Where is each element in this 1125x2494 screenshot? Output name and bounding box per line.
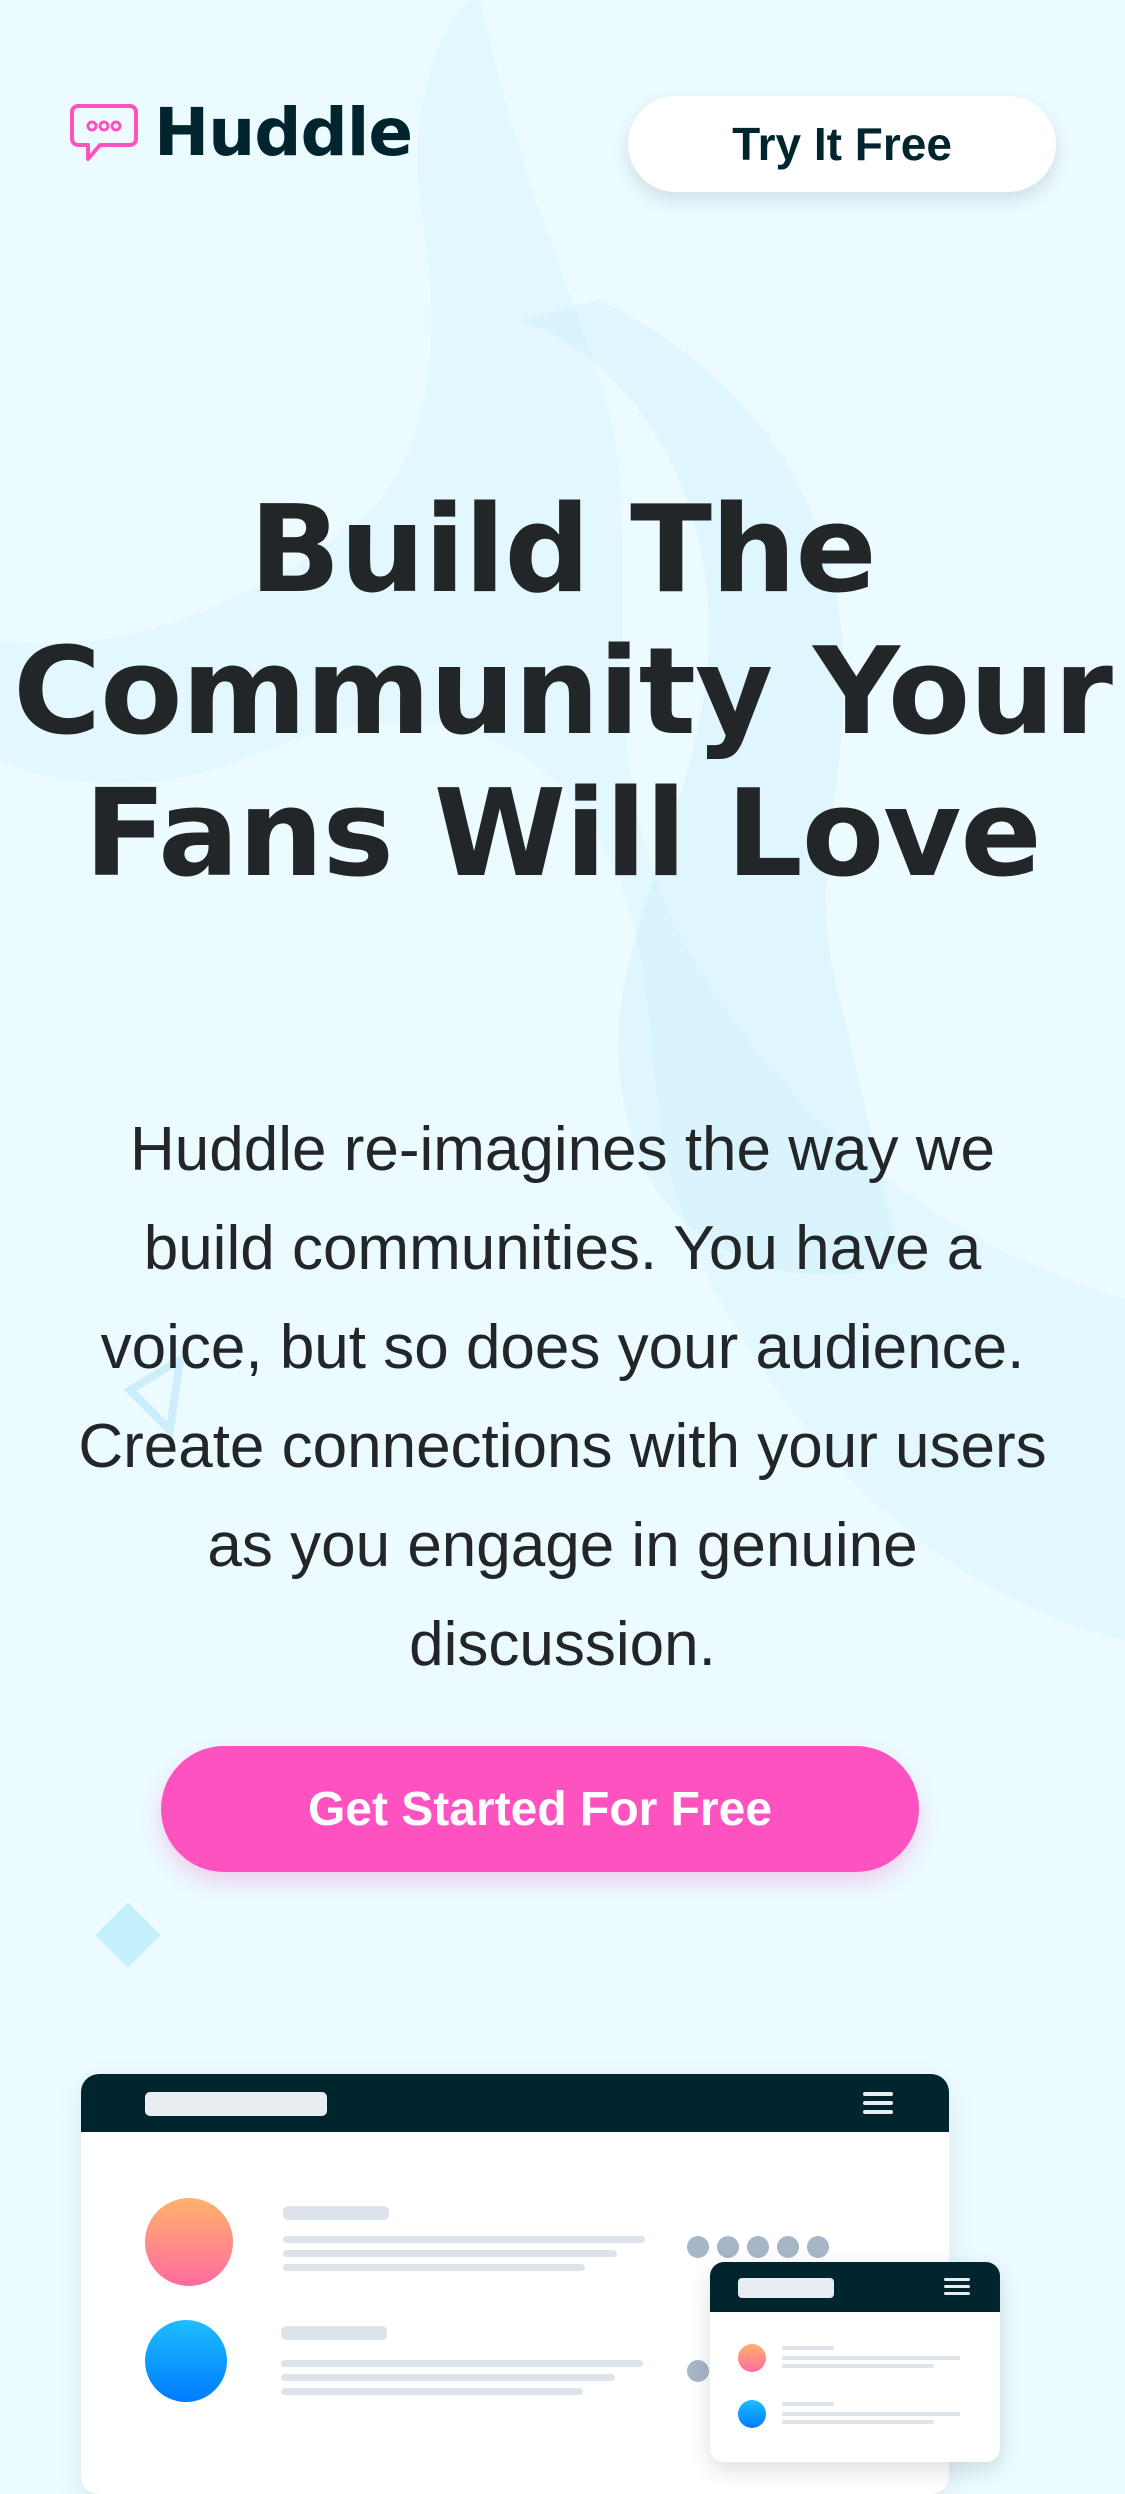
logo[interactable]: Huddle xyxy=(70,94,413,171)
hero-description: Huddle re-imagines the way we build comm… xyxy=(78,1115,1047,1679)
menu-icon xyxy=(863,2092,893,2119)
get-started-button[interactable]: Get Started For Free xyxy=(161,1746,919,1872)
mockup-title-placeholder xyxy=(145,2092,327,2116)
mockup-topbar xyxy=(710,2262,1000,2312)
site-header: Huddle Try It Free xyxy=(0,0,1125,220)
menu-icon xyxy=(944,2278,970,2299)
mockup-topbar xyxy=(81,2074,949,2132)
try-it-free-button[interactable]: Try It Free xyxy=(628,96,1056,192)
hero-title: Build The Community Your Fans Will Love xyxy=(13,481,1113,904)
avatar xyxy=(738,2344,766,2372)
avatar xyxy=(145,2198,233,2286)
phone-mockup-illustration xyxy=(710,2262,1000,2462)
avatar xyxy=(145,2320,227,2402)
avatar xyxy=(738,2400,766,2428)
mockup-title-placeholder xyxy=(738,2278,834,2298)
chat-bubble-icon xyxy=(70,103,138,163)
logo-text: Huddle xyxy=(154,94,413,171)
mockup-dots xyxy=(687,2236,837,2258)
